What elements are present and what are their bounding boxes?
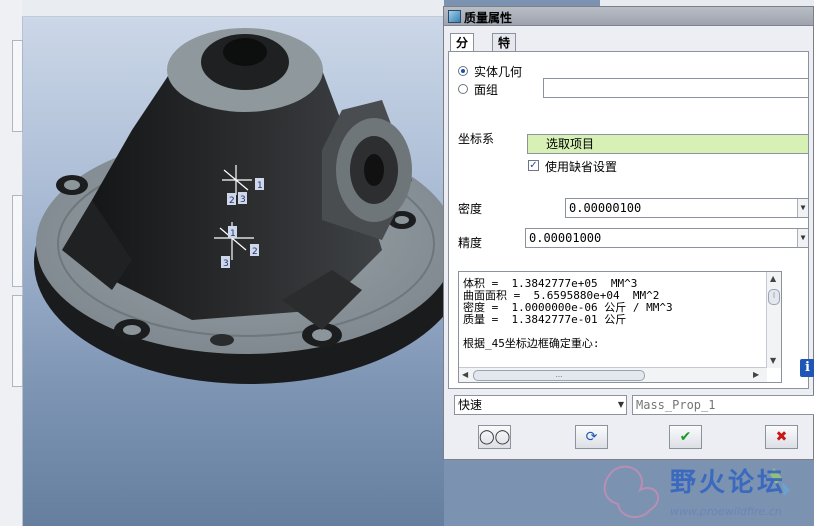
quilt-radio[interactable] <box>458 84 468 94</box>
axis-label: 1 <box>257 181 263 191</box>
axis-label: 2 <box>252 247 258 257</box>
recompute-icon: ⟳ <box>585 429 598 445</box>
watermark-title: 野火论坛 <box>670 468 787 498</box>
csys-label: 坐标系 <box>458 132 495 146</box>
accuracy-input[interactable]: 0.00001000 ▼ <box>525 228 809 248</box>
tab-analysis[interactable]: 分析 <box>450 33 475 68</box>
scroll-left-icon[interactable]: ◀ <box>462 370 468 379</box>
cancel-button[interactable]: ✖ <box>765 425 798 449</box>
axis-label: 1 <box>230 229 236 239</box>
result-line-cog-header: 根据_45坐标边框确定重心: <box>463 337 600 350</box>
quilt-label: 面组 <box>474 83 499 97</box>
dialog-title: 质量属性 <box>464 11 513 25</box>
vertical-scroll-thumb[interactable]: ⁝ <box>768 289 780 305</box>
watermark-url: www.proewildfire.cn <box>670 505 782 518</box>
results-horizontal-scrollbar[interactable]: ◀ ... ▶ <box>459 367 767 382</box>
use-default-checkbox[interactable]: ✓ <box>528 160 539 171</box>
glasses-icon: ◯◯ <box>479 429 511 445</box>
horizontal-scroll-thumb[interactable]: ... <box>473 370 645 381</box>
quilt-select-field[interactable] <box>543 78 809 98</box>
density-label: 密度 <box>458 202 483 216</box>
axis-label: 3 <box>240 195 246 205</box>
check-icon: ✔ <box>679 429 692 445</box>
scroll-right-icon[interactable]: ▶ <box>753 370 759 379</box>
model-tree-panel[interactable] <box>0 0 23 526</box>
app-icon <box>448 10 461 23</box>
repeat-button[interactable]: ⟳ <box>575 425 608 449</box>
chevron-down-icon[interactable]: ▼ <box>797 199 808 217</box>
part-model[interactable]: 1 2 3 1 2 3 <box>22 0 444 526</box>
preview-button[interactable]: ◯◯ <box>478 425 511 449</box>
solid-geometry-label: 实体几何 <box>474 65 523 79</box>
axis-label: 3 <box>223 259 229 269</box>
info-icon[interactable]: i <box>800 359 814 377</box>
accuracy-label: 精度 <box>458 236 483 250</box>
side-bore-hole <box>364 154 384 186</box>
chevron-down-icon[interactable]: ▼ <box>797 229 808 247</box>
density-value: 0.00000100 <box>569 201 642 215</box>
axis-label: 2 <box>229 196 235 206</box>
solid-geometry-radio[interactable] <box>458 66 468 76</box>
csys-selector[interactable]: 选取项目 <box>527 134 809 154</box>
mode-value: 快速 <box>458 398 483 412</box>
dialog-titlebar[interactable]: 质量属性 <box>444 7 813 26</box>
results-text-area[interactable]: 体积 = 1.3842777e+05 MM^3 曲面面积 = 5.6595880e… <box>458 271 782 383</box>
mode-select[interactable]: 快速 ▼ <box>454 395 627 415</box>
tab-feature[interactable]: 特征 <box>492 33 517 68</box>
density-input[interactable]: 0.00000100 ▼ <box>565 198 809 218</box>
scroll-down-icon[interactable]: ▼ <box>770 356 776 365</box>
top-bore-hole <box>223 38 267 66</box>
close-icon: ✖ <box>775 429 788 445</box>
chevron-down-icon[interactable]: ▼ <box>616 396 626 414</box>
scroll-up-icon[interactable]: ▲ <box>770 274 776 283</box>
results-vertical-scrollbar[interactable]: ▲ ⁝ ▼ <box>766 272 781 368</box>
use-default-label: 使用缺省设置 <box>545 160 618 174</box>
results-text: 体积 = 1.3842777e+05 MM^3 曲面面积 = 5.6595880e… <box>463 278 673 350</box>
feature-name-input[interactable] <box>632 395 814 415</box>
result-line-mass: 质量 = 1.3842777e-01 公斤 <box>463 313 627 326</box>
ok-button[interactable]: ✔ <box>669 425 702 449</box>
mass-properties-dialog[interactable]: 质量属性 分析 特征 实体几何 面组 坐标系 选取项目 ✓ 使用缺省设置 密度 … <box>443 6 814 460</box>
accuracy-value: 0.00001000 <box>529 231 602 245</box>
